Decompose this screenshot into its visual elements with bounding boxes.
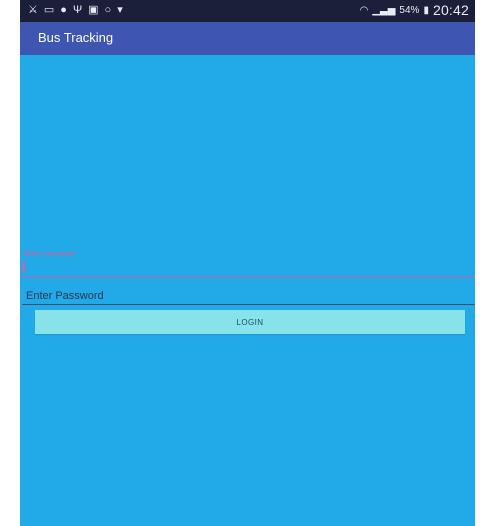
text-cursor xyxy=(23,261,25,273)
status-bar: ⚔ ▭ ● Ψ ▣ ○ ▾ ◠ ▁▃▅ 54% ▮ 20:42 xyxy=(20,0,475,22)
cast-icon: ▭ xyxy=(43,4,55,16)
wifi-icon: ◠ xyxy=(359,4,369,16)
app-title: Bus Tracking xyxy=(38,30,114,45)
notification-icon: ⚔ xyxy=(28,4,38,16)
username-label: Enter Username xyxy=(24,251,75,258)
signal-icon: ▁▃▅ xyxy=(372,4,396,16)
battery-icon: ▮ xyxy=(423,4,429,16)
battery-percent: 54% xyxy=(399,4,420,16)
usb-icon: Ψ xyxy=(72,4,83,16)
username-field[interactable] xyxy=(22,258,475,277)
status-time: 20:42 xyxy=(432,2,469,18)
dropdown-icon: ▾ xyxy=(117,4,123,16)
gallery-icon: ▣ xyxy=(88,4,99,16)
whatsapp-icon: ○ xyxy=(104,4,112,16)
app-bar: Bus Tracking xyxy=(20,22,475,55)
status-system-icons: ◠ ▁▃▅ 54% ▮ 20:42 xyxy=(360,2,469,18)
status-notification-icons: ⚔ ▭ ● Ψ ▣ ○ ▾ xyxy=(28,3,123,17)
app-screen: ⚔ ▭ ● Ψ ▣ ○ ▾ ◠ ▁▃▅ 54% ▮ 20:42 Bus Trac… xyxy=(20,0,475,526)
login-button[interactable]: LOGIN xyxy=(35,310,465,334)
password-field[interactable] xyxy=(22,288,475,305)
vpn-icon: ● xyxy=(60,4,67,16)
